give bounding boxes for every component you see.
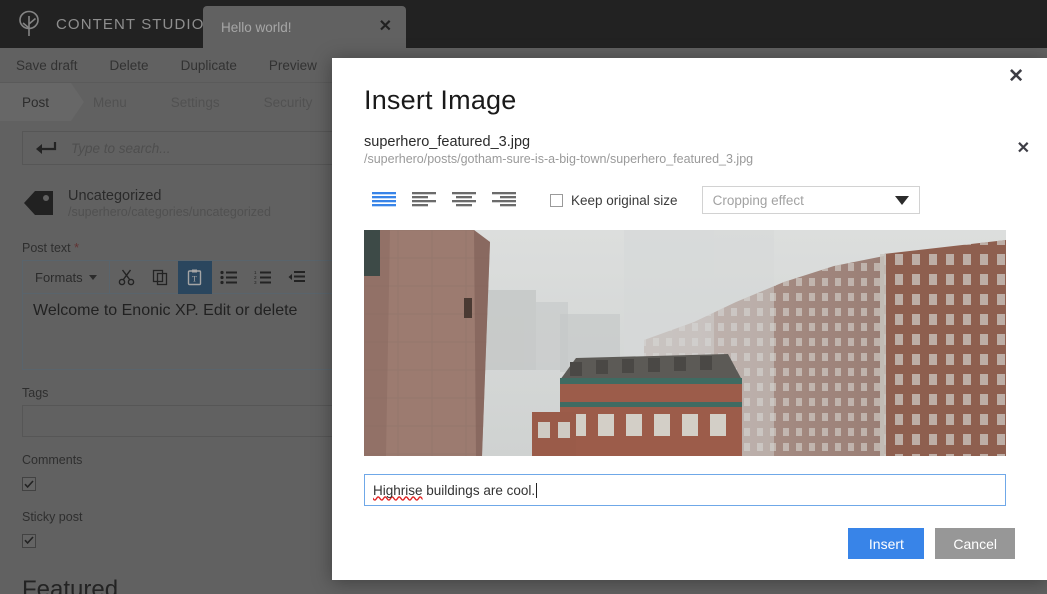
caption-rest-text: buildings are cool. xyxy=(422,482,536,498)
dialog-title: Insert Image xyxy=(364,85,517,115)
align-center-icon[interactable] xyxy=(444,187,484,213)
file-name: superhero_featured_3.jpg xyxy=(364,134,531,150)
text-cursor xyxy=(536,482,538,498)
image-preview-graphic xyxy=(364,230,1006,456)
cropping-effect-placeholder: Cropping effect xyxy=(712,192,804,208)
keep-original-size-label: Keep original size xyxy=(571,192,678,208)
dialog-actions: Insert Cancel xyxy=(364,528,1015,559)
cropping-effect-select[interactable]: Cropping effect xyxy=(701,186,920,214)
close-icon[interactable]: ✕ xyxy=(1008,67,1024,86)
align-right-icon[interactable] xyxy=(484,187,524,213)
caption-misspelled-word: Highrise xyxy=(373,482,423,498)
content-studio-app: CONTENT STUDIO Hello world! ✕ Save draft… xyxy=(0,0,1047,594)
selected-file: superhero_featured_3.jpg /superhero/post… xyxy=(364,134,1030,166)
insert-button[interactable]: Insert xyxy=(848,528,925,559)
insert-image-dialog: ✕ Insert Image superhero_featured_3.jpg … xyxy=(332,58,1047,580)
keep-original-size-checkbox[interactable] xyxy=(550,193,563,207)
remove-file-icon[interactable]: ✕ xyxy=(1017,141,1030,157)
image-preview xyxy=(364,230,1006,456)
chevron-down-icon xyxy=(894,195,909,205)
align-left-icon[interactable] xyxy=(404,187,444,213)
align-justify-icon[interactable] xyxy=(364,187,404,213)
keep-original-size-option[interactable]: Keep original size xyxy=(550,193,678,208)
caption-input[interactable]: Highrise buildings are cool. xyxy=(364,474,1006,506)
file-path: /superhero/posts/gotham-sure-is-a-big-to… xyxy=(364,152,754,166)
cancel-button[interactable]: Cancel xyxy=(935,528,1015,559)
image-options-row: Keep original size Cropping effect xyxy=(364,186,1015,214)
caption-text: Highrise buildings are cool. xyxy=(373,482,538,498)
